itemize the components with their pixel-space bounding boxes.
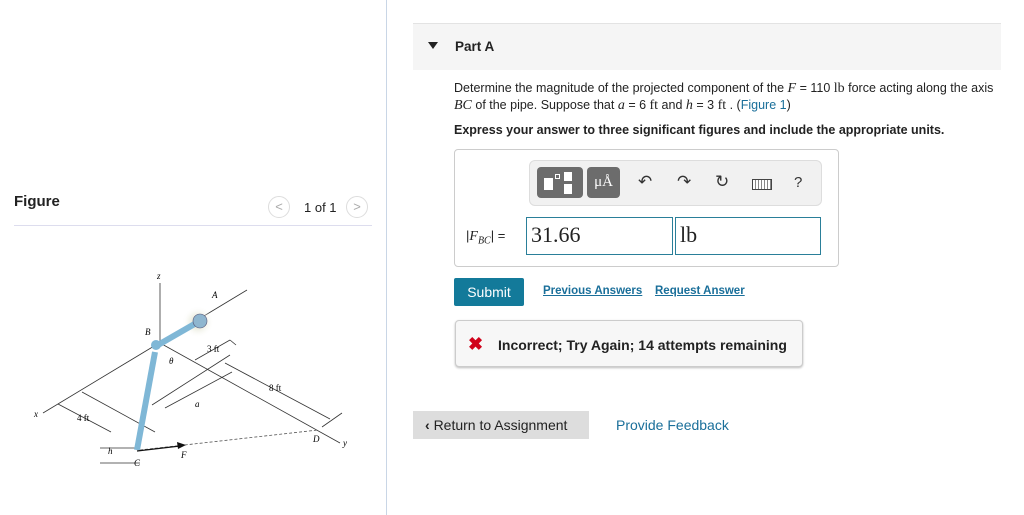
provide-feedback-link[interactable]: Provide Feedback [616, 417, 729, 433]
label-z: z [156, 271, 161, 281]
figure-link[interactable]: Figure 1 [741, 98, 787, 112]
instruction: Express your answer to three significant… [454, 123, 945, 137]
chevron-left-icon: < [275, 199, 283, 214]
help-button[interactable]: ? [794, 174, 802, 191]
reset-icon[interactable]: ↻ [715, 172, 729, 192]
answer-label: |FBC| = [466, 228, 506, 247]
pipe-diagram: z x y A B C D F θ a h 3 ft 8 ft 4 ft [33, 271, 347, 468]
templates-button[interactable] [537, 167, 583, 198]
label-4ft: 4 ft [77, 413, 90, 423]
figure-pager: 1 of 1 [304, 200, 337, 215]
feedback-text: Incorrect; Try Again; 14 attempts remain… [498, 337, 787, 353]
panel-divider [386, 0, 387, 515]
units-input[interactable]: lb [675, 217, 821, 255]
request-answer-link[interactable]: Request Answer [655, 285, 745, 297]
label-3ft: 3 ft [207, 344, 220, 354]
chevron-right-icon: > [353, 199, 361, 214]
label-a-point: A [211, 290, 218, 300]
label-8ft: 8 ft [269, 383, 282, 393]
label-x: x [33, 409, 38, 419]
x-icon: ✖ [468, 334, 484, 354]
question-text: Determine the magnitude of the projected… [454, 81, 994, 113]
figure-title: Figure [14, 193, 60, 210]
label-a: a [195, 399, 200, 409]
label-theta: θ [169, 356, 174, 366]
prev-figure-button[interactable]: < [268, 196, 290, 218]
previous-answers-link[interactable]: Previous Answers [543, 285, 642, 297]
label-d: D [312, 434, 320, 444]
label-c: C [134, 458, 141, 468]
return-to-assignment-button[interactable]: ‹ Return to Assignment [413, 411, 589, 439]
redo-icon[interactable]: ↷ [677, 172, 691, 192]
keyboard-icon[interactable] [752, 179, 772, 190]
figure-divider [14, 225, 372, 226]
collapse-triangle-icon[interactable] [428, 42, 438, 49]
submit-button[interactable]: Submit [454, 278, 524, 306]
units-button[interactable]: μÅ [587, 167, 620, 198]
part-a-header[interactable] [413, 23, 1001, 70]
label-y: y [342, 438, 347, 448]
label-b: B [145, 327, 151, 337]
part-title: Part A [455, 39, 495, 54]
undo-icon[interactable]: ↶ [638, 172, 652, 192]
label-f: F [180, 450, 187, 460]
chevron-left-icon: ‹ [425, 417, 434, 433]
label-h: h [108, 446, 113, 456]
value-input[interactable]: 31.66 [526, 217, 673, 255]
next-figure-button[interactable]: > [346, 196, 368, 218]
